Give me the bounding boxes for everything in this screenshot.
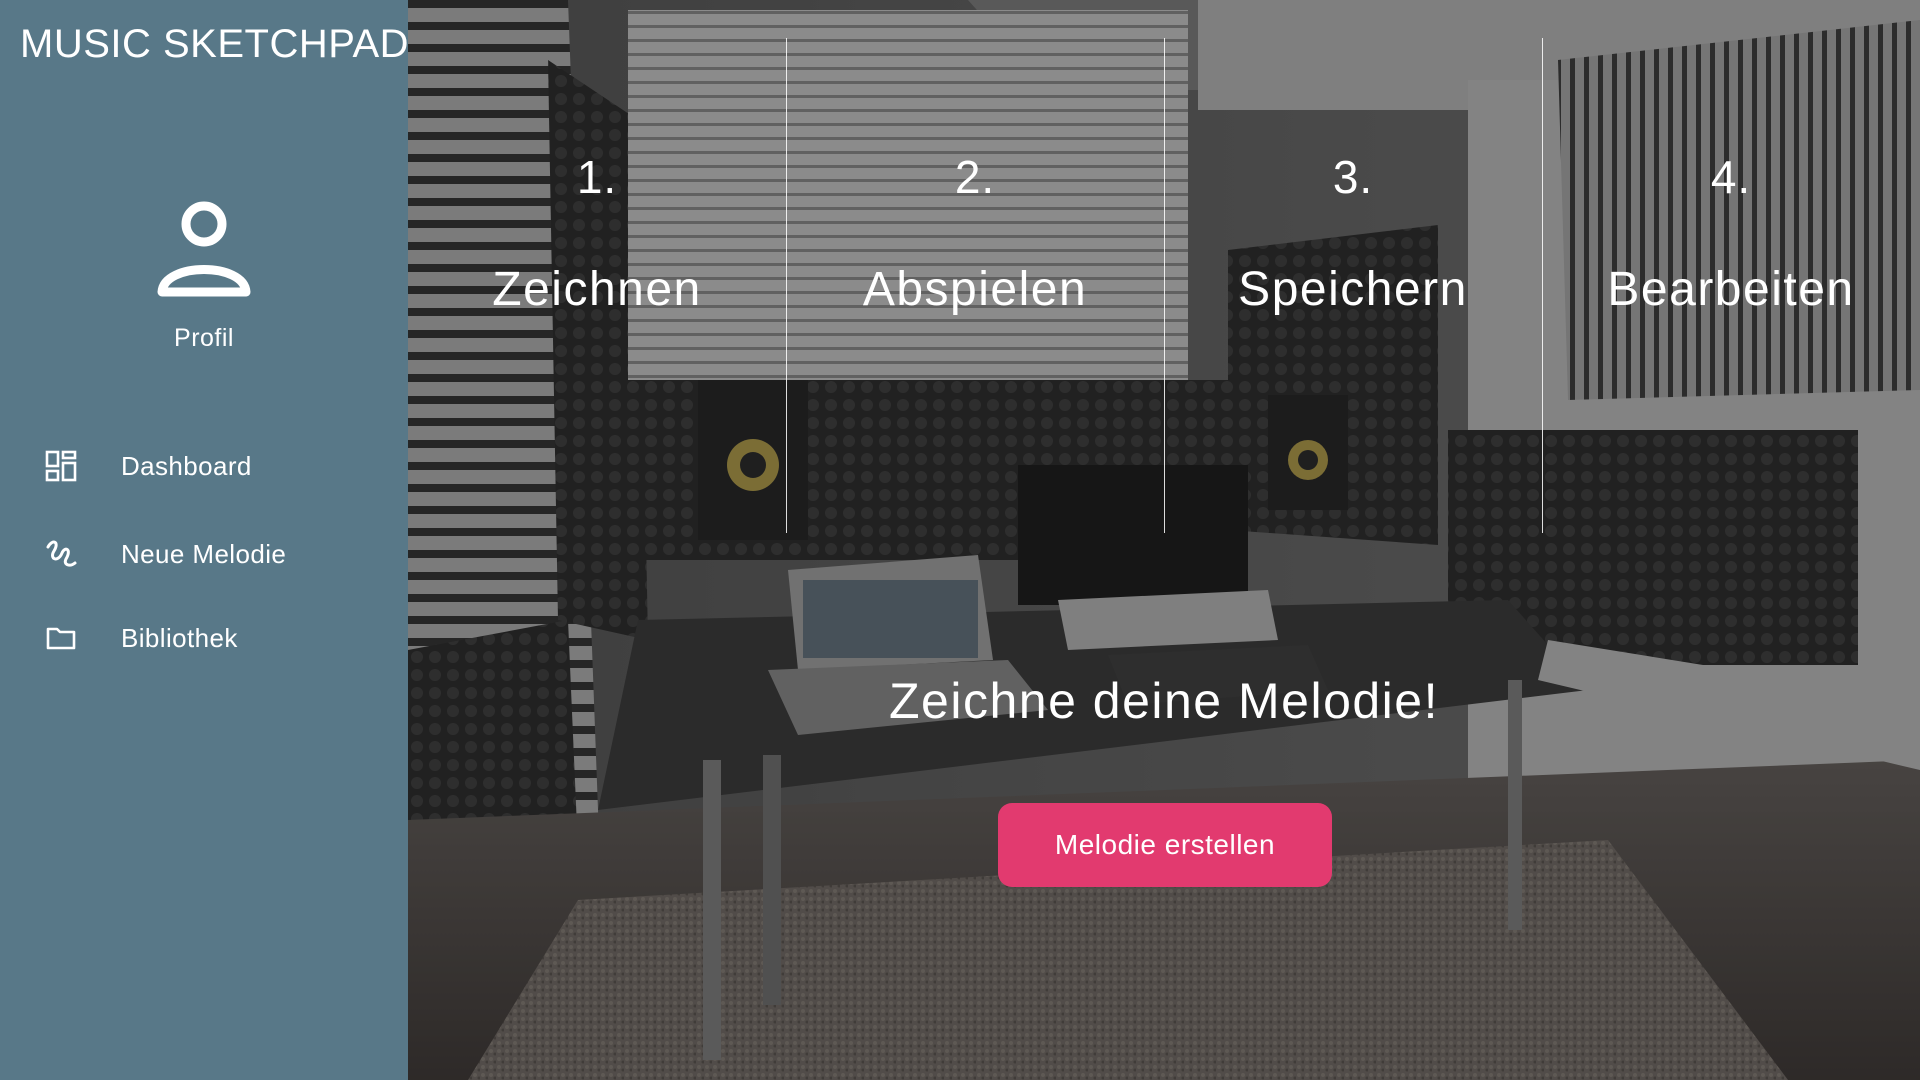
sidebar-item-bibliothek[interactable]: Bibliothek [0,608,408,668]
sidebar: MUSIC SKETCHPAD Profil Dashboard Neue Me… [0,0,410,1080]
step-label: Bearbeiten [1607,263,1855,316]
dashboard-icon [45,450,77,482]
step-label: Abspielen [862,263,1088,316]
step-number: 2. [954,151,996,203]
step-bearbeiten: 4. Bearbeiten [1542,150,1920,317]
hero-title: Zeichne deine Melodie! [889,673,1439,729]
sidebar-item-label: Bibliothek [121,622,238,653]
folder-icon [46,627,76,650]
sidebar-item-label: Neue Melodie [121,538,287,569]
step-zeichnen: 1. Zeichnen [408,150,786,317]
step-speichern: 3. Speichern [1164,150,1542,317]
squiggle-icon [46,540,77,567]
steps: 1. Zeichnen 2. Abspielen 3. Speichern 4.… [408,0,1920,540]
step-label: Zeichnen [492,263,702,316]
create-melody-button[interactable]: Melodie erstellen [998,803,1332,887]
app-title: MUSIC SKETCHPAD [20,22,410,66]
sidebar-item-neue-melodie[interactable]: Neue Melodie [0,524,408,584]
sidebar-item-label: Dashboard [121,450,252,481]
user-icon [157,201,251,297]
profile-label: Profil [174,324,234,352]
profile-link[interactable]: Profil [0,200,408,353]
step-label: Speichern [1238,263,1468,316]
step-number: 1. [576,151,618,203]
step-number: 3. [1332,151,1374,203]
step-number: 4. [1710,151,1752,203]
hero: 1. Zeichnen 2. Abspielen 3. Speichern 4.… [408,0,1920,1080]
step-abspielen: 2. Abspielen [786,150,1164,317]
sidebar-item-dashboard[interactable]: Dashboard [0,436,408,496]
